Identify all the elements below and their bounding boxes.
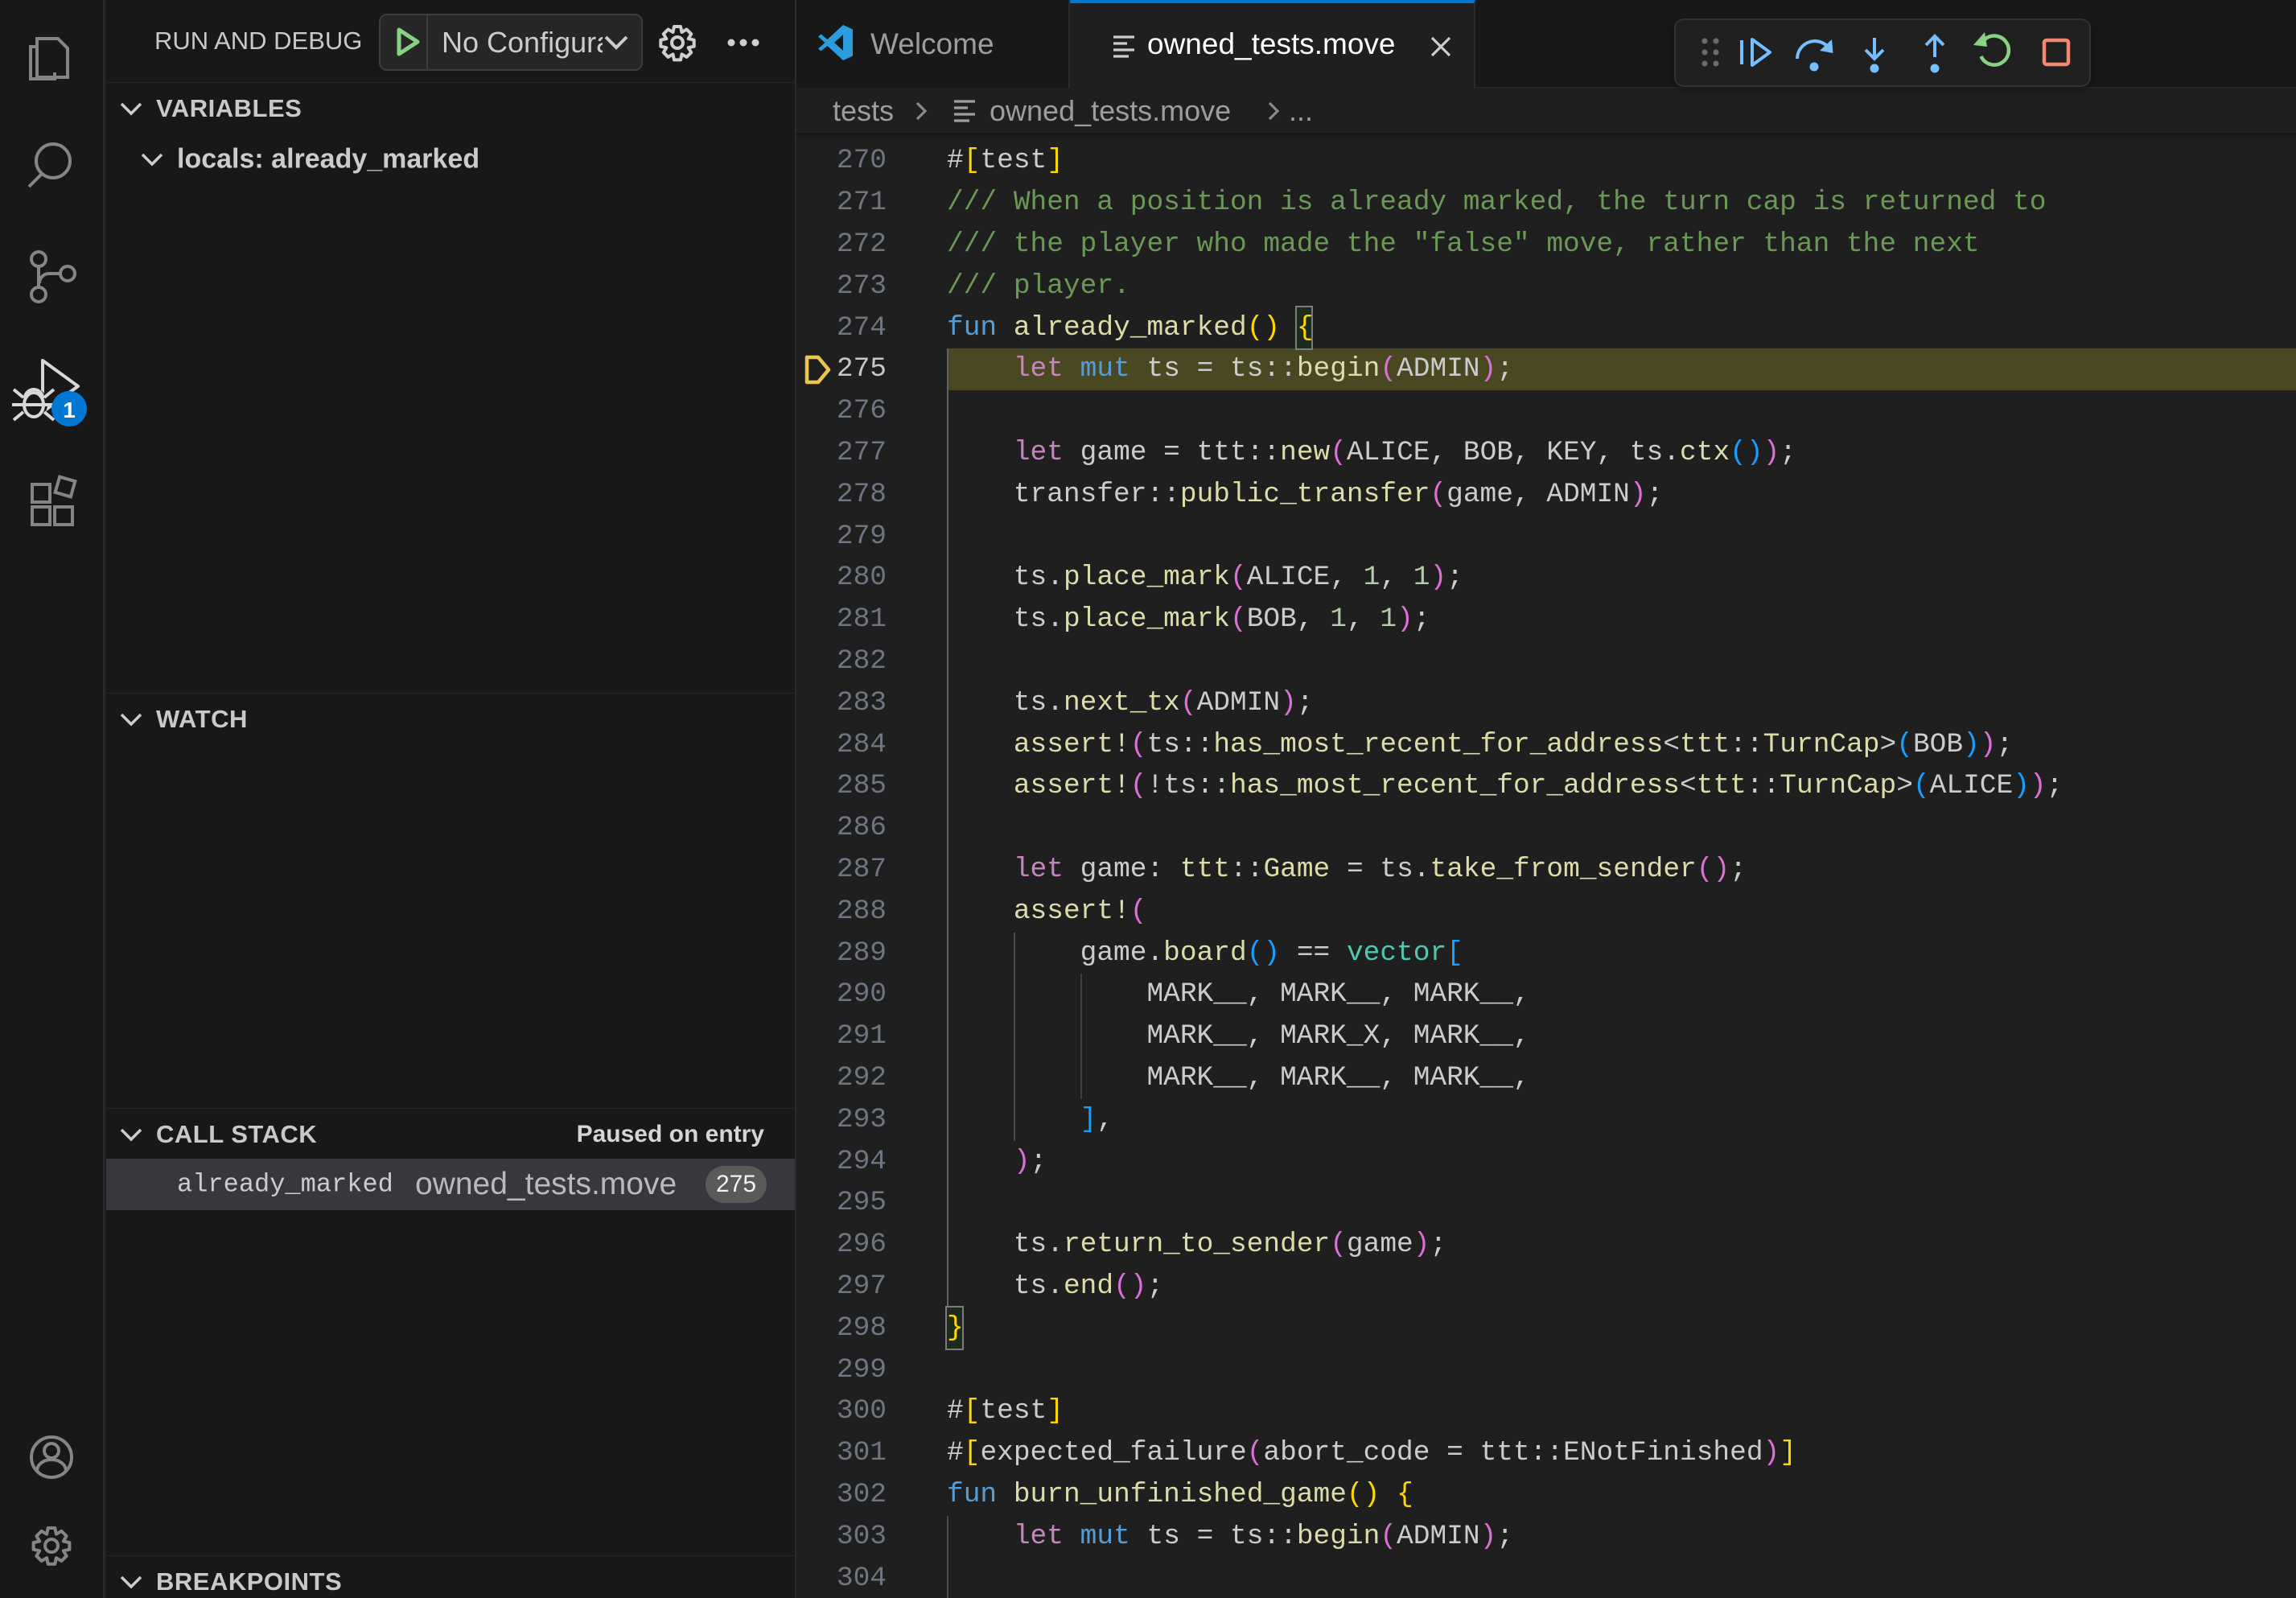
svg-text:1: 1 xyxy=(63,397,76,422)
